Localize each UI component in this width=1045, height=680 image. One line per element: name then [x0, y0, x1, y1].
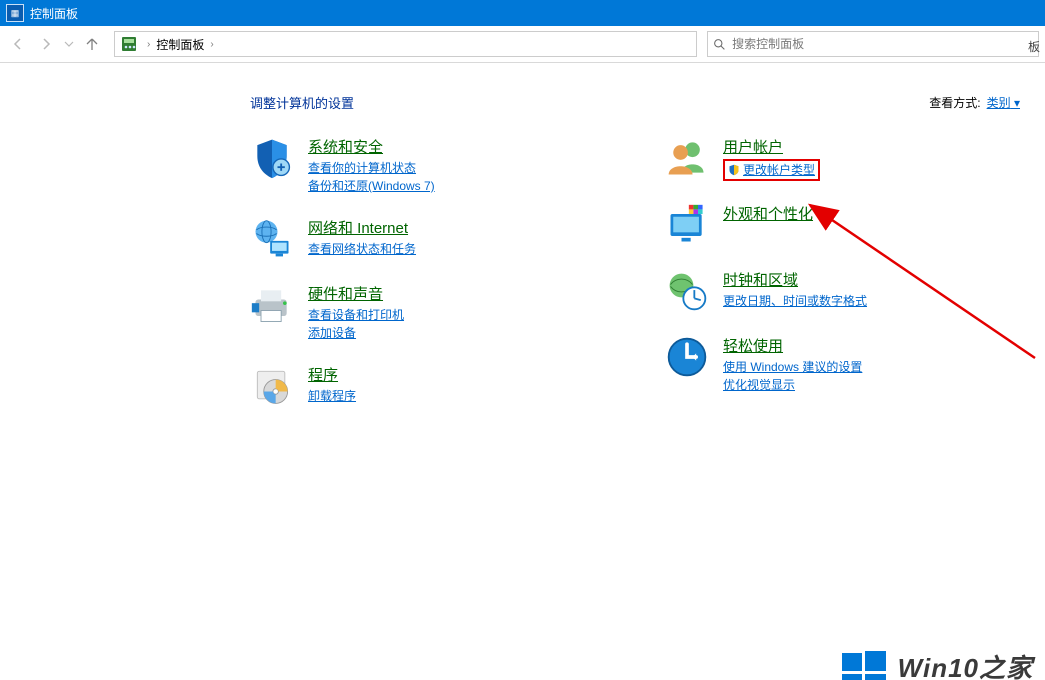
forward-button[interactable]: [34, 32, 58, 56]
category-programs: 程序 卸载程序: [250, 364, 605, 408]
back-button[interactable]: [6, 32, 30, 56]
category-user-accounts: 用户帐户 更改帐户类型: [665, 136, 1020, 181]
category-hardware: 硬件和声音 查看设备和打印机 添加设备: [250, 283, 605, 342]
category-sublink[interactable]: 备份和还原(Windows 7): [308, 177, 435, 195]
category-title-link[interactable]: 程序: [308, 364, 356, 385]
windows-logo-icon: [840, 649, 888, 680]
disc-box-icon: [250, 364, 294, 408]
user-accounts-icon: [665, 136, 709, 180]
control-panel-icon: [119, 34, 139, 54]
printer-icon: [250, 283, 294, 327]
category-sublink[interactable]: 使用 Windows 建议的设置: [723, 358, 862, 376]
category-network: 网络和 Internet 查看网络状态和任务: [250, 217, 605, 261]
watermark-title: Win10之家: [898, 648, 1033, 680]
category-appearance: 外观和个性化: [665, 203, 1020, 247]
category-system-security: 系统和安全 查看你的计算机状态 备份和还原(Windows 7): [250, 136, 605, 195]
navigation-bar: › 控制面板 ›: [0, 26, 1045, 63]
change-account-type-link[interactable]: 更改帐户类型: [743, 161, 815, 179]
chevron-right-icon[interactable]: ›: [143, 39, 154, 50]
shield-icon: [250, 136, 294, 180]
category-title-link[interactable]: 网络和 Internet: [308, 217, 416, 238]
cutoff-text: 板: [1028, 38, 1040, 55]
view-mode-dropdown[interactable]: 类别 ▾: [987, 94, 1020, 111]
category-sublink[interactable]: 查看你的计算机状态: [308, 159, 435, 177]
view-mode: 查看方式: 类别 ▾: [929, 94, 1020, 111]
category-title-link[interactable]: 系统和安全: [308, 136, 435, 157]
address-bar[interactable]: › 控制面板 ›: [114, 31, 697, 57]
control-panel-title-icon: ▦: [6, 4, 24, 22]
category-column-left: 系统和安全 查看你的计算机状态 备份和还原(Windows 7): [250, 136, 605, 430]
category-sublink[interactable]: 添加设备: [308, 324, 404, 342]
chevron-right-icon[interactable]: ›: [206, 39, 217, 50]
category-sublink[interactable]: 查看设备和打印机: [308, 306, 404, 324]
category-ease-of-access: 轻松使用 使用 Windows 建议的设置 优化视觉显示: [665, 335, 1020, 394]
clock-globe-icon: [665, 269, 709, 313]
monitor-colors-icon: [665, 203, 709, 247]
up-button[interactable]: [80, 32, 104, 56]
category-sublink[interactable]: 查看网络状态和任务: [308, 240, 416, 258]
watermark: Win10之家 www.win10xitong.com: [840, 648, 1033, 680]
search-icon: [708, 38, 730, 51]
category-sublink[interactable]: 更改日期、时间或数字格式: [723, 292, 867, 310]
category-title-link[interactable]: 轻松使用: [723, 335, 862, 356]
category-title-link[interactable]: 外观和个性化: [723, 203, 813, 224]
search-box[interactable]: [707, 31, 1039, 57]
globe-network-icon: [250, 217, 294, 261]
breadcrumb-root[interactable]: 控制面板: [154, 36, 206, 53]
category-clock-region: 时钟和区域 更改日期、时间或数字格式: [665, 269, 1020, 313]
highlighted-link: 更改帐户类型: [723, 159, 820, 181]
view-mode-label: 查看方式:: [929, 94, 980, 111]
category-title-link[interactable]: 硬件和声音: [308, 283, 404, 304]
category-sublink[interactable]: 卸载程序: [308, 387, 356, 405]
search-input[interactable]: [730, 36, 1038, 52]
window-titlebar: ▦ 控制面板: [0, 0, 1045, 26]
page-title: 调整计算机的设置: [250, 93, 354, 112]
window-title: 控制面板: [30, 5, 78, 22]
content-area: 调整计算机的设置 查看方式: 类别 ▾ 系统和安全: [0, 63, 1045, 680]
recent-dropdown[interactable]: [62, 32, 76, 56]
category-title-link[interactable]: 用户帐户: [723, 136, 820, 157]
category-sublink[interactable]: 优化视觉显示: [723, 376, 862, 394]
uac-shield-icon: [728, 164, 740, 176]
category-title-link[interactable]: 时钟和区域: [723, 269, 867, 290]
ease-of-access-icon: [665, 335, 709, 379]
category-column-right: 用户帐户 更改帐户类型: [665, 136, 1020, 430]
